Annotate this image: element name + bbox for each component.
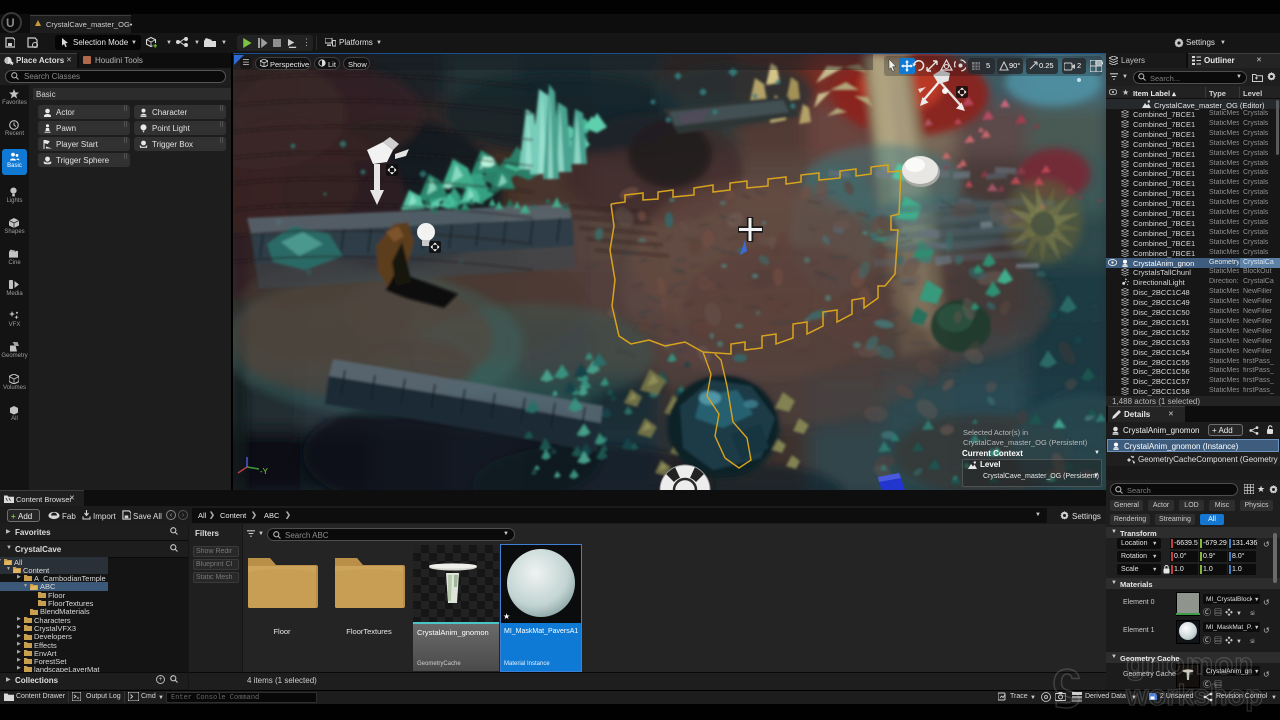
svg-text:-Y: -Y — [260, 467, 269, 476]
